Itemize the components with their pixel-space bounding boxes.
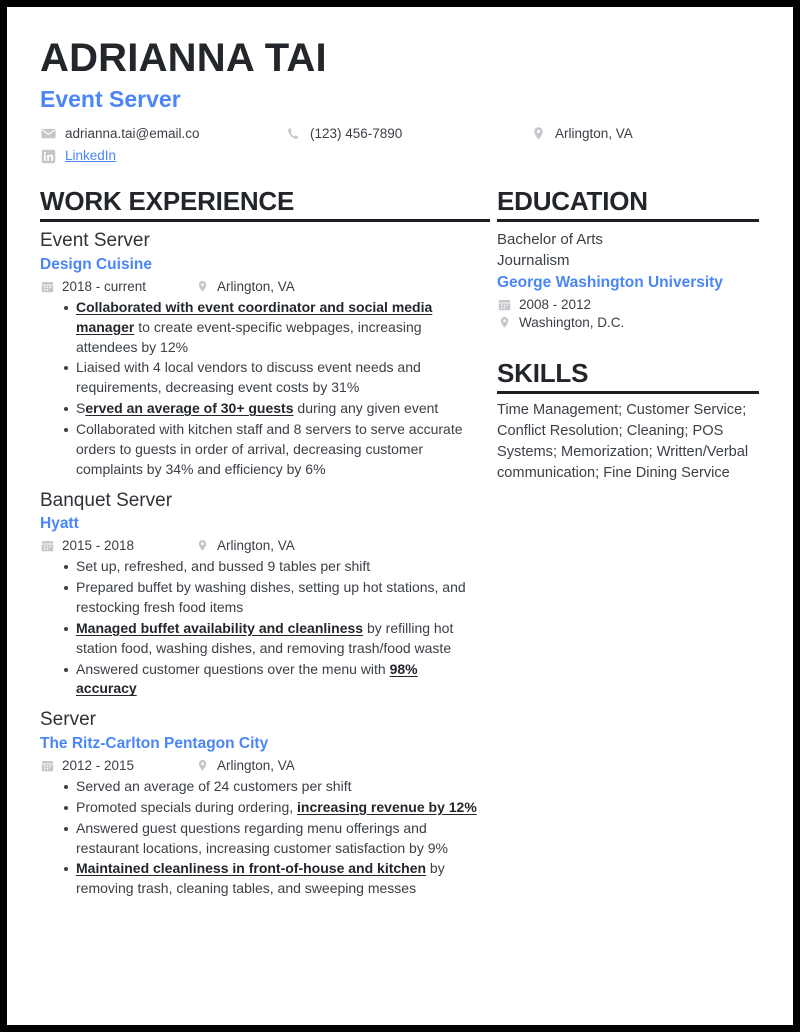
- linkedin-icon: [40, 149, 57, 164]
- experience-dates-text: 2015 - 2018: [62, 538, 135, 554]
- experience-meta: 2012 - 2015 Arlington, VA: [40, 758, 479, 773]
- section-divider-work-experience: [40, 219, 490, 223]
- location-pin-icon: [530, 126, 547, 141]
- section-heading-work-experience: WORK EXPERIENCE: [40, 186, 295, 217]
- bullet-highlight: increasing revenue by 12%: [297, 798, 477, 815]
- bullet-text: Set up, refreshed, and bussed 9 tables p…: [76, 558, 371, 575]
- education-location: Washington, D.C.: [497, 315, 763, 330]
- experience-dates-text: 2012 - 2015: [62, 757, 135, 773]
- education-entry: Bachelor of Arts Journalism George Washi…: [497, 229, 763, 330]
- experience-bullet: Managed buffet availability and cleanlin…: [64, 619, 479, 659]
- left-column: WORK EXPERIENCE Event Server Design Cuis…: [7, 186, 490, 900]
- contact-grid: adrianna.tai@email.co (123) 456-7890 Arl…: [40, 125, 765, 165]
- bullet-highlight: erved an average of 30+ guests: [85, 400, 294, 417]
- contact-linkedin-link[interactable]: LinkedIn: [65, 147, 116, 165]
- experience-dates: 2018 - current: [40, 279, 195, 294]
- bullet-highlight: Maintained cleanliness in front-of-house…: [76, 860, 427, 877]
- experience-bullet-list: Served an average of 24 customers per sh…: [40, 777, 479, 899]
- experience-meta: 2018 - current Arlington, VA: [40, 279, 479, 294]
- experience-entry: Banquet Server Hyatt 2015 - 2018 Arlingt…: [40, 489, 479, 700]
- calendar-icon: [497, 298, 512, 311]
- bullet-text: during any given event: [293, 400, 439, 417]
- location-pin-icon: [195, 280, 210, 293]
- calendar-icon: [40, 539, 55, 552]
- experience-location: Arlington, VA: [195, 758, 295, 773]
- contact-location: Arlington, VA: [530, 125, 765, 143]
- section-divider-skills: [497, 390, 759, 394]
- experience-title: Server: [40, 709, 96, 731]
- calendar-icon: [40, 280, 55, 293]
- skills-section: SKILLS Time Management; Customer Service…: [497, 357, 763, 484]
- envelope-icon: [40, 126, 57, 141]
- contact-location-text: Arlington, VA: [555, 125, 633, 141]
- experience-dates: 2012 - 2015: [40, 758, 195, 773]
- contact-phone[interactable]: (123) 456-7890: [285, 125, 530, 143]
- bullet-text: S: [76, 400, 86, 417]
- experience-company: The Ritz-Carlton Pentagon City: [40, 735, 269, 753]
- experience-location-text: Arlington, VA: [217, 538, 295, 554]
- bullet-text: Prepared buffet by washing dishes, setti…: [76, 579, 466, 615]
- bullet-text: Served an average of 24 customers per sh…: [76, 777, 352, 794]
- experience-bullet: Maintained cleanliness in front-of-house…: [64, 859, 479, 899]
- page-title: ADRIANNA TAI: [40, 36, 327, 80]
- section-heading-skills: SKILLS: [497, 357, 589, 388]
- experience-title: Banquet Server: [40, 489, 173, 511]
- bullet-text: Promoted specials during ordering,: [76, 798, 298, 815]
- location-pin-icon: [195, 539, 210, 552]
- bullet-highlight: Managed buffet availability and cleanlin…: [76, 619, 364, 636]
- bullet-text: Collaborated with kitchen staff and 8 se…: [76, 421, 463, 477]
- section-heading-education: EDUCATION: [497, 186, 648, 217]
- experience-bullet: Collaborated with kitchen staff and 8 se…: [64, 420, 479, 480]
- experience-meta: 2015 - 2018 Arlington, VA: [40, 538, 479, 553]
- education-school: George Washington University: [497, 273, 723, 291]
- calendar-icon: [40, 759, 55, 772]
- bullet-text: Answered guest questions regarding menu …: [76, 819, 448, 856]
- section-divider-education: [497, 219, 759, 223]
- education-dates-text: 2008 - 2012: [519, 296, 592, 312]
- experience-company: Hyatt: [40, 515, 79, 533]
- experience-location-text: Arlington, VA: [217, 757, 295, 773]
- education-field: Journalism: [497, 252, 570, 270]
- education-dates: 2008 - 2012: [497, 297, 763, 312]
- experience-location: Arlington, VA: [195, 279, 295, 294]
- experience-bullet-list: Collaborated with event coordinator and …: [40, 298, 479, 480]
- experience-company: Design Cuisine: [40, 255, 152, 273]
- education-location-text: Washington, D.C.: [519, 314, 625, 330]
- experience-dates-text: 2018 - current: [62, 278, 147, 294]
- header-job-title: Event Server: [40, 86, 181, 113]
- education-degree: Bachelor of Arts: [497, 231, 603, 249]
- bullet-text: Answered customer questions over the men…: [76, 660, 390, 677]
- location-pin-icon: [195, 759, 210, 772]
- resume-body: WORK EXPERIENCE Event Server Design Cuis…: [7, 186, 793, 900]
- experience-bullet: Served an average of 24 customers per sh…: [64, 777, 479, 797]
- bullet-text: Liaised with 4 local vendors to discuss …: [76, 359, 421, 396]
- experience-title: Event Server: [40, 230, 150, 252]
- experience-bullet: Liaised with 4 local vendors to discuss …: [64, 358, 479, 398]
- resume-header: ADRIANNA TAI Event Server adrianna.tai@e…: [7, 7, 793, 165]
- contact-email[interactable]: adrianna.tai@email.co: [40, 125, 285, 143]
- experience-entry: Server The Ritz-Carlton Pentagon City 20…: [40, 708, 479, 899]
- experience-location-text: Arlington, VA: [217, 278, 295, 294]
- right-column: EDUCATION Bachelor of Arts Journalism Ge…: [479, 186, 779, 900]
- experience-entry: Event Server Design Cuisine 2018 - curre…: [40, 229, 479, 479]
- contact-linkedin[interactable]: LinkedIn: [40, 147, 285, 165]
- experience-bullet: Answered guest questions regarding menu …: [64, 819, 479, 859]
- experience-bullet-list: Set up, refreshed, and bussed 9 tables p…: [40, 557, 479, 699]
- experience-location: Arlington, VA: [195, 538, 295, 553]
- resume-page: ADRIANNA TAI Event Server adrianna.tai@e…: [7, 7, 793, 1025]
- experience-bullet: Set up, refreshed, and bussed 9 tables p…: [64, 557, 479, 577]
- experience-bullet: Promoted specials during ordering, incre…: [64, 798, 479, 818]
- skills-list-text: Time Management; Customer Service; Confl…: [497, 401, 749, 481]
- phone-icon: [285, 126, 302, 141]
- experience-bullet: Prepared buffet by washing dishes, setti…: [64, 578, 479, 618]
- experience-bullet: Served an average of 30+ guests during a…: [64, 399, 479, 419]
- contact-email-text: adrianna.tai@email.co: [65, 125, 200, 141]
- experience-dates: 2015 - 2018: [40, 538, 195, 553]
- experience-bullet: Answered customer questions over the men…: [64, 660, 479, 700]
- location-pin-icon: [497, 316, 512, 329]
- experience-bullet: Collaborated with event coordinator and …: [64, 298, 479, 358]
- contact-phone-text: (123) 456-7890: [310, 125, 403, 141]
